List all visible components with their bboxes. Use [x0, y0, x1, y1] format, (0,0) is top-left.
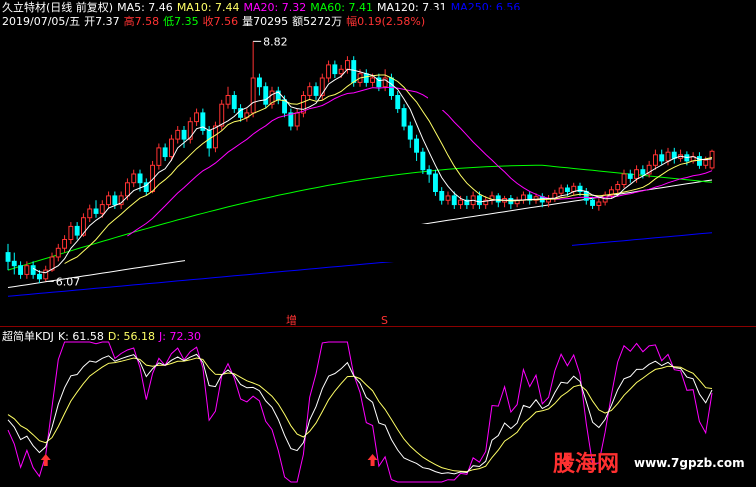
candle-up: [709, 150, 715, 169]
mark-zeng: 增: [286, 313, 297, 327]
candle-up: [131, 173, 137, 184]
candle-down: [112, 195, 118, 206]
mark-s: S: [381, 314, 388, 327]
candle-down: [313, 86, 319, 96]
candle-up: [703, 159, 709, 166]
candle-down: [137, 173, 143, 184]
candle-down: [697, 156, 702, 166]
candle-down: [583, 191, 589, 201]
candle-down: [451, 195, 457, 206]
candle-up: [294, 112, 300, 127]
candle-up: [106, 195, 111, 206]
candle-up: [615, 184, 621, 191]
buy-arrow: [367, 454, 378, 466]
candle-down: [659, 154, 665, 162]
candle-up: [653, 154, 658, 166]
candle-up: [87, 208, 93, 219]
candle-down: [263, 86, 269, 105]
candle-down: [627, 173, 633, 179]
candle-down: [11, 260, 17, 267]
high-label: 8.82: [263, 35, 288, 48]
candle-down: [407, 125, 413, 140]
candle-up: [345, 60, 350, 70]
candle-down: [426, 169, 432, 175]
candle-down: [640, 169, 646, 175]
candle-up: [175, 129, 181, 140]
candle-down: [363, 73, 369, 83]
candle-down: [401, 108, 407, 127]
candle-up: [558, 187, 564, 194]
candle-down: [74, 225, 80, 236]
candle-up: [596, 201, 602, 206]
candle-up: [194, 112, 200, 123]
candle-up: [621, 173, 627, 185]
candle-down: [395, 95, 401, 110]
candle-up: [213, 125, 218, 149]
candle-up: [219, 103, 225, 127]
candle-up: [68, 225, 74, 240]
candle-up: [169, 138, 174, 158]
candle-up: [665, 151, 671, 162]
candle-down: [37, 273, 42, 280]
candle-up: [99, 204, 105, 214]
candle-up: [307, 86, 313, 96]
candle-down: [93, 208, 99, 214]
candle-down: [495, 195, 501, 203]
candle-up: [62, 239, 67, 249]
blank-box: [428, 10, 756, 110]
candle-up: [24, 265, 30, 275]
candle-up: [156, 147, 162, 166]
watermark-logo: 股海网: [553, 452, 620, 477]
candle-down: [231, 95, 237, 110]
candle-up: [370, 77, 376, 83]
candle-down: [420, 151, 426, 171]
candle-up: [326, 64, 332, 79]
candle-up: [634, 169, 639, 179]
candle-down: [439, 191, 445, 201]
candle-down: [332, 64, 338, 75]
low-label: 6.07: [56, 275, 81, 288]
candle-down: [565, 187, 570, 192]
candle-down: [433, 173, 438, 192]
candle-down: [18, 265, 24, 275]
candle-up: [225, 95, 231, 105]
candle-up: [445, 195, 451, 201]
candle-up: [55, 247, 61, 258]
candle-down: [414, 138, 420, 153]
candle-down: [30, 265, 36, 275]
candle-down: [477, 195, 482, 206]
buy-arrow: [40, 454, 51, 466]
candle-down: [257, 77, 262, 88]
watermark-url: www.7gpzb.com: [634, 456, 745, 470]
candle-down: [181, 129, 187, 140]
candle-down: [5, 252, 11, 262]
candle-up: [250, 77, 256, 114]
candle-down: [351, 60, 357, 83]
candle-up: [187, 121, 193, 140]
candle-up: [458, 199, 464, 206]
candle-up: [125, 182, 130, 197]
candle-down: [162, 147, 168, 158]
candle-up: [338, 68, 344, 75]
blank-box: [185, 224, 572, 262]
candle-down: [590, 199, 595, 206]
